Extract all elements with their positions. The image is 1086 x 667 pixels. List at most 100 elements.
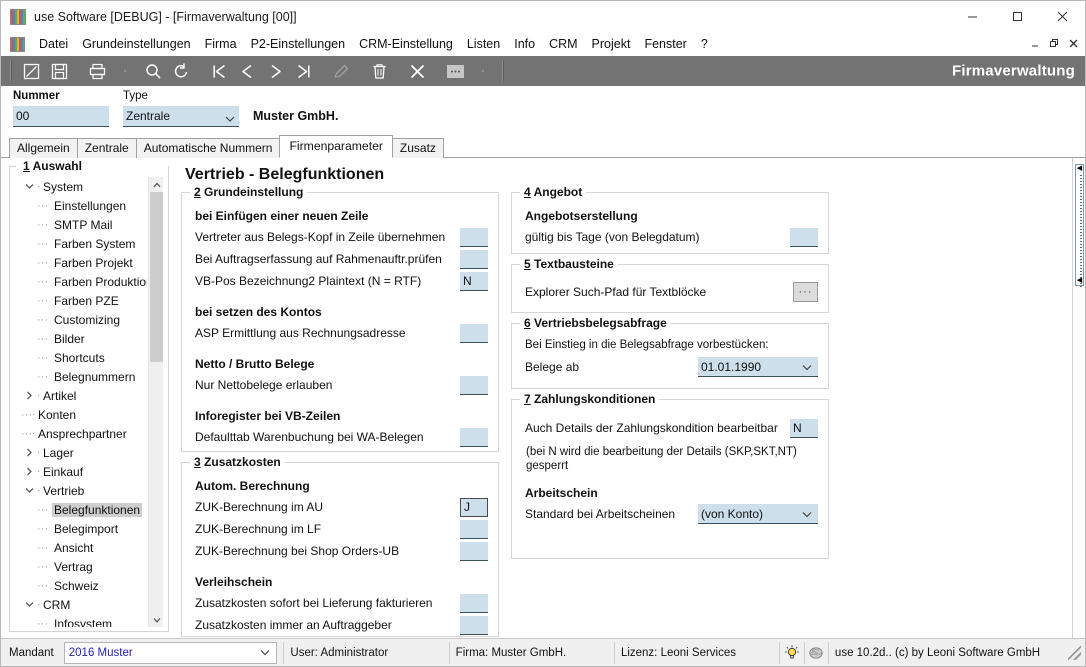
- refresh-icon[interactable]: [168, 59, 194, 83]
- menu-item-p2-einstellungen[interactable]: P2-Einstellungen: [244, 35, 353, 53]
- tree-node[interactable]: ··· · Ansprechpartner: [15, 424, 147, 443]
- tree-node[interactable]: ··· Schweiz: [15, 576, 147, 595]
- mdi-restore-button[interactable]: [1045, 34, 1064, 52]
- chevron-right-icon[interactable]: [21, 448, 37, 457]
- field-asp-ermittlung[interactable]: [460, 323, 488, 343]
- field-zahlungskondition-bearbeitbar[interactable]: [790, 418, 818, 438]
- field-vertreter-uebernehmen[interactable]: [460, 227, 488, 247]
- field-defaulttab-warenbuchung[interactable]: [460, 427, 488, 447]
- tree-node[interactable]: ··· Ansicht: [15, 538, 147, 557]
- splitter-handle[interactable]: ◀ ◀: [1075, 164, 1084, 287]
- tree-node[interactable]: ··· Farben PZE: [15, 291, 147, 310]
- nummer-input[interactable]: [13, 106, 109, 127]
- field-rahmenauftrag-pruefen[interactable]: [460, 249, 488, 269]
- tree-node[interactable]: ··· Farben Produktion: [15, 272, 147, 291]
- tree-node[interactable]: ··· Belegimport: [15, 519, 147, 538]
- print-icon[interactable]: [84, 59, 110, 83]
- tree-node[interactable]: · System: [15, 177, 147, 196]
- selection-tree[interactable]: · System ··· Einstellungen ··· SMTP Mail ··· Fa…: [15, 177, 163, 627]
- tree-node[interactable]: · Lager: [15, 443, 147, 462]
- menu-item-firma[interactable]: Firma: [198, 35, 244, 53]
- menu-item-crm[interactable]: CRM: [542, 35, 584, 53]
- window-maximize-button[interactable]: [995, 1, 1040, 32]
- menu-item-info[interactable]: Info: [507, 35, 542, 53]
- setting-row: Standard bei Arbeitscheinen (von Konto): [522, 503, 818, 525]
- lightbulb-icon[interactable]: [779, 641, 803, 664]
- chevron-down-icon[interactable]: [21, 183, 37, 190]
- tree-scroll-thumb[interactable]: [150, 192, 163, 362]
- cancel-icon[interactable]: [404, 59, 430, 83]
- tab-zusatz[interactable]: Zusatz: [391, 138, 444, 158]
- field-zuk-au[interactable]: [460, 497, 488, 517]
- tree-scroll-down-button[interactable]: [149, 612, 163, 627]
- field-vbpos-plaintext[interactable]: [460, 271, 488, 291]
- setting-row: Defaulttab Warenbuchung bei WA-Belegen: [192, 426, 488, 448]
- type-combobox[interactable]: Zentrale: [123, 106, 239, 127]
- field-nur-nettobelege[interactable]: [460, 375, 488, 395]
- mdi-minimize-button[interactable]: [1026, 34, 1045, 52]
- menu-item-projekt[interactable]: Projekt: [585, 35, 638, 53]
- menu-item-datei[interactable]: Datei: [32, 35, 75, 53]
- field-zuk-lf[interactable]: [460, 519, 488, 539]
- previous-record-icon[interactable]: [234, 59, 260, 83]
- tree-node[interactable]: · Einkauf: [15, 462, 147, 481]
- mandant-combobox[interactable]: 2016 Muster: [63, 641, 278, 664]
- tree-node[interactable]: ··· Belegfunktionen: [15, 500, 147, 519]
- tree-node[interactable]: ··· Vertrag: [15, 557, 147, 576]
- next-record-icon[interactable]: [262, 59, 288, 83]
- delete-icon[interactable]: [366, 59, 392, 83]
- brain-icon[interactable]: [803, 641, 828, 664]
- tree-node[interactable]: ··· Farben System: [15, 234, 147, 253]
- browse-folder-button[interactable]: ···: [793, 282, 818, 302]
- tree-node[interactable]: ··· Shortcuts: [15, 348, 147, 367]
- tree-node[interactable]: ··· · Konten: [15, 405, 147, 424]
- tree-node[interactable]: · CRM: [15, 595, 147, 614]
- tree-vertical-scrollbar[interactable]: [148, 177, 163, 627]
- tree-node[interactable]: ··· Belegnummern: [15, 367, 147, 386]
- tree-node[interactable]: ··· Infosystem: [15, 614, 147, 628]
- menu-item-help[interactable]: ?: [694, 35, 715, 53]
- menu-item-crm-einstellung[interactable]: CRM-Einstellung: [352, 35, 460, 53]
- window-minimize-button[interactable]: [950, 1, 995, 32]
- right-panel-splitter[interactable]: ◀ ◀: [1072, 158, 1085, 638]
- parameter-content-panel: Vertrieb - Belegfunktionen 2 Grundeinste…: [175, 158, 1085, 638]
- chevron-down-icon[interactable]: [21, 601, 37, 608]
- more-icon[interactable]: [442, 59, 468, 83]
- chevron-right-icon[interactable]: [21, 391, 37, 400]
- resize-grip[interactable]: [1067, 645, 1081, 660]
- tab-firmenparameter[interactable]: Firmenparameter: [279, 135, 393, 158]
- tree-node[interactable]: ··· Farben Projekt: [15, 253, 147, 272]
- tree-node[interactable]: ··· Bilder: [15, 329, 147, 348]
- menu-item-listen[interactable]: Listen: [460, 35, 507, 53]
- last-record-icon[interactable]: [290, 59, 316, 83]
- menu-item-grundeinstellungen[interactable]: Grundeinstellungen: [75, 35, 197, 53]
- save-icon[interactable]: [46, 59, 72, 83]
- mdi-close-button[interactable]: [1064, 34, 1083, 52]
- first-record-icon[interactable]: [206, 59, 232, 83]
- section-heading-inforegister: Inforegister bei VB-Zeilen: [195, 409, 341, 423]
- tree-scroll-up-button[interactable]: [149, 177, 163, 192]
- window-close-button[interactable]: [1040, 1, 1085, 32]
- belege-ab-combobox[interactable]: 01.01.1990: [698, 357, 818, 377]
- tab-automatische-nummern[interactable]: Automatische Nummern: [135, 138, 281, 158]
- tree-node[interactable]: · Artikel: [15, 386, 147, 405]
- tab-zentrale[interactable]: Zentrale: [76, 138, 137, 158]
- chevron-down-icon[interactable]: [21, 487, 37, 494]
- tree-node[interactable]: ··· SMTP Mail: [15, 215, 147, 234]
- tree-node[interactable]: ··· Einstellungen: [15, 196, 147, 215]
- tab-allgemein[interactable]: Allgemein: [9, 138, 78, 158]
- setting-row: Explorer Such-Pfad für Textblöcke ···: [522, 281, 818, 303]
- search-icon[interactable]: [140, 59, 166, 83]
- new-record-icon[interactable]: [18, 59, 44, 83]
- menu-item-fenster[interactable]: Fenster: [637, 35, 693, 53]
- field-gueltig-bis-tage[interactable]: [790, 227, 818, 247]
- field-zusatzkosten-sofort[interactable]: [460, 593, 488, 613]
- tree-node[interactable]: · Vertrieb: [15, 481, 147, 500]
- field-zusatzkosten-auftraggeber[interactable]: [460, 615, 488, 635]
- field-zuk-shop-orders[interactable]: [460, 541, 488, 561]
- chevron-right-icon[interactable]: [21, 467, 37, 476]
- edit-icon: [328, 59, 354, 83]
- tree-node[interactable]: ··· Customizing: [15, 310, 147, 329]
- standard-arbeitschein-combobox[interactable]: (von Konto): [698, 504, 818, 524]
